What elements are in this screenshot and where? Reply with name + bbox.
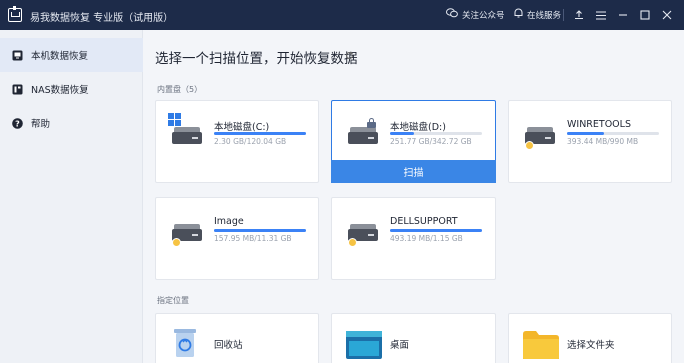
location-name: 回收站	[214, 340, 243, 351]
windows-icon	[168, 113, 181, 126]
scan-button[interactable]: 扫描	[331, 160, 496, 183]
wechat-follow-label: 关注公众号	[462, 10, 505, 21]
sidebar-item-label: 帮助	[31, 119, 51, 130]
disk-usage-bar	[214, 229, 306, 232]
titlebar-divider	[563, 9, 564, 21]
computer-icon	[12, 50, 23, 61]
disk-size: 493.19 MB/1.15 GB	[390, 234, 463, 243]
bell-icon	[514, 8, 523, 21]
app-title: 易我数据恢复 专业版（试用版）	[30, 13, 174, 24]
sidebar-item-help[interactable]: ? 帮助	[0, 106, 143, 140]
disk-usage-bar	[390, 132, 482, 135]
disk-size: 2.30 GB/120.04 GB	[214, 137, 287, 146]
disk-size: 393.44 MB/990 MB	[567, 137, 639, 146]
disk-usage-bar	[214, 132, 306, 135]
lock-icon	[367, 118, 376, 128]
location-name: 桌面	[390, 340, 410, 351]
wechat-icon	[446, 8, 458, 21]
disk-name: 本地磁盘(D:)	[390, 122, 446, 133]
builtin-disks-label: 内置盘（5）	[157, 85, 203, 94]
disk-name: DELLSUPPORT	[390, 216, 458, 227]
removable-badge-icon	[525, 141, 534, 150]
help-icon: ?	[12, 117, 23, 129]
sidebar-item-nas-recovery[interactable]: NAS数据恢复	[0, 72, 143, 106]
upload-icon[interactable]	[572, 8, 586, 22]
disk-usage-bar	[390, 229, 482, 232]
location-name: 选择文件夹	[567, 340, 615, 351]
desktop-icon	[346, 331, 382, 363]
online-service-button[interactable]: 在线服务	[514, 8, 561, 21]
disk-name: Image	[214, 216, 244, 227]
hard-disk-icon	[172, 126, 202, 144]
title-bar: 易我数据恢复 专业版（试用版） 关注公众号 在线服务	[0, 0, 684, 30]
minimize-icon[interactable]	[616, 8, 630, 22]
wechat-follow-button[interactable]: 关注公众号	[446, 8, 505, 21]
sidebar-item-label: NAS数据恢复	[31, 85, 89, 96]
location-card-recycle-bin[interactable]: 回收站	[155, 313, 319, 363]
main-panel: 选择一个扫描位置，开始恢复数据 内置盘（5） 本地磁盘(C:) 2.30 GB/…	[143, 30, 684, 363]
location-card-desktop[interactable]: 桌面	[331, 313, 496, 363]
disk-size: 157.95 MB/11.31 GB	[214, 234, 292, 243]
disk-card-c[interactable]: 本地磁盘(C:) 2.30 GB/120.04 GB	[155, 100, 319, 183]
location-card-choose-folder[interactable]: 选择文件夹	[508, 313, 672, 363]
disk-name: 本地磁盘(C:)	[214, 122, 270, 133]
specified-location-label: 指定位置	[157, 296, 189, 305]
disk-size: 251.77 GB/342.72 GB	[390, 137, 472, 146]
refresh-icon[interactable]	[345, 50, 354, 63]
close-icon[interactable]	[660, 8, 674, 22]
disk-card-d[interactable]: 本地磁盘(D:) 251.77 GB/342.72 GB 扫描	[331, 100, 496, 183]
online-service-label: 在线服务	[527, 10, 562, 21]
disk-usage-bar	[567, 132, 659, 135]
hard-disk-icon	[348, 126, 378, 144]
sidebar: 本机数据恢复 NAS数据恢复 ? 帮助	[0, 30, 143, 363]
disk-card-winretools[interactable]: WINRETOOLS 393.44 MB/990 MB	[508, 100, 672, 183]
svg-text:?: ?	[15, 119, 20, 128]
nas-icon	[12, 84, 23, 95]
disk-card-dellsupport[interactable]: DELLSUPPORT 493.19 MB/1.15 GB	[331, 197, 496, 280]
menu-icon[interactable]	[594, 8, 608, 22]
disk-name: WINRETOOLS	[567, 119, 631, 130]
removable-badge-icon	[348, 238, 357, 247]
sidebar-item-local-recovery[interactable]: 本机数据恢复	[0, 38, 143, 72]
disk-card-image[interactable]: Image 157.95 MB/11.31 GB	[155, 197, 319, 280]
app-logo-icon	[8, 6, 22, 22]
page-title: 选择一个扫描位置，开始恢复数据	[155, 51, 358, 67]
removable-badge-icon	[172, 238, 181, 247]
sidebar-item-label: 本机数据恢复	[31, 51, 89, 62]
folder-icon	[523, 331, 559, 363]
maximize-icon[interactable]	[638, 8, 652, 22]
recycle-bin-icon	[172, 327, 198, 363]
